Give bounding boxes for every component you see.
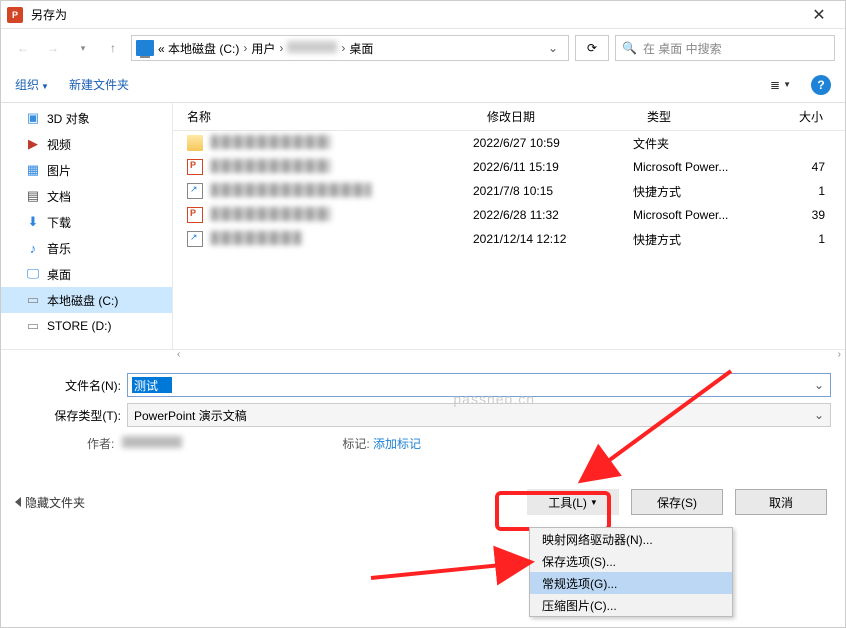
- scroll-left-icon[interactable]: ‹: [177, 349, 180, 360]
- column-headers: 名称 修改日期 类型 大小: [173, 103, 845, 131]
- sidebar-item-3d[interactable]: ▣3D 对象: [1, 105, 172, 131]
- image-icon: ▦: [25, 162, 41, 178]
- sidebar-item-desktop[interactable]: 🖵桌面: [1, 261, 172, 287]
- folder-icon: [187, 135, 203, 151]
- back-button[interactable]: ←: [11, 36, 35, 60]
- shortcut-icon: [187, 231, 203, 247]
- breadcrumb[interactable]: « 本地磁盘 (C:)› 用户› › 桌面 ⌄: [131, 35, 569, 61]
- up-button[interactable]: ↑: [101, 36, 125, 60]
- desktop-icon: 🖵: [25, 266, 41, 282]
- chevron-down-icon[interactable]: ⌄: [814, 378, 824, 392]
- pc-icon: [136, 40, 154, 56]
- window-title: 另存为: [31, 6, 799, 23]
- sidebar-item-pictures[interactable]: ▦图片: [1, 157, 172, 183]
- menu-item-map-drive[interactable]: 映射网络驱动器(N)...: [530, 528, 732, 550]
- disk-icon: ▭: [25, 292, 41, 308]
- crumb[interactable]: 用户: [251, 40, 275, 57]
- search-icon: 🔍: [622, 41, 637, 55]
- sidebar-item-documents[interactable]: ▤文档: [1, 183, 172, 209]
- file-row[interactable]: 2022/6/11 15:19Microsoft Power...47: [173, 155, 845, 179]
- author-value[interactable]: [122, 436, 182, 448]
- button-row: 隐藏文件夹 工具(L) ▼ 保存(S) 取消: [1, 477, 845, 527]
- annotation-arrow: [371, 556, 551, 589]
- forward-button[interactable]: →: [41, 36, 65, 60]
- col-type[interactable]: 类型: [633, 108, 773, 125]
- scroll-right-icon[interactable]: ›: [838, 349, 841, 360]
- author-label: 作者:: [87, 437, 114, 451]
- scroll-hint: ‹ ›: [1, 349, 845, 363]
- watermark: passneo.cn: [453, 391, 535, 407]
- disk-icon: ▭: [25, 318, 41, 334]
- menu-item-general-options[interactable]: 常规选项(G)...: [530, 572, 732, 594]
- sidebar-item-video[interactable]: ▶视频: [1, 131, 172, 157]
- file-row[interactable]: 2022/6/28 11:32Microsoft Power...39: [173, 203, 845, 227]
- add-tag-link[interactable]: 添加标记: [373, 437, 421, 451]
- cancel-button[interactable]: 取消: [735, 489, 827, 515]
- crumb[interactable]: 桌面: [349, 40, 373, 57]
- sidebar-item-ddrive[interactable]: ▭STORE (D:): [1, 313, 172, 339]
- download-icon: ⬇: [25, 214, 41, 230]
- toolbar: 组织▼ 新建文件夹 ≣ ▼ ?: [1, 67, 845, 103]
- save-button[interactable]: 保存(S): [631, 489, 723, 515]
- file-row[interactable]: 2022/6/27 10:59文件夹: [173, 131, 845, 155]
- sidebar-item-downloads[interactable]: ⬇下载: [1, 209, 172, 235]
- powerpoint-app-icon: P: [7, 7, 23, 23]
- refresh-button[interactable]: ⟳: [575, 35, 609, 61]
- doc-icon: ▤: [25, 188, 41, 204]
- file-list: 2022/6/27 10:59文件夹 2022/6/11 15:19Micros…: [173, 131, 845, 349]
- recent-chevron-icon[interactable]: ▾: [71, 36, 95, 60]
- menu-item-save-options[interactable]: 保存选项(S)...: [530, 550, 732, 572]
- music-icon: ♪: [25, 240, 41, 256]
- tools-button[interactable]: 工具(L) ▼: [527, 489, 619, 515]
- sidebar-item-cdrive[interactable]: ▭本地磁盘 (C:): [1, 287, 172, 313]
- main-area: ▣3D 对象 ▶视频 ▦图片 ▤文档 ⬇下载 ♪音乐 🖵桌面 ▭本地磁盘 (C:…: [1, 103, 845, 349]
- ppt-icon: [187, 207, 203, 223]
- video-icon: ▶: [25, 136, 41, 152]
- help-button[interactable]: ?: [811, 75, 831, 95]
- hide-folders-toggle[interactable]: 隐藏文件夹: [15, 494, 85, 511]
- ppt-icon: [187, 159, 203, 175]
- filename-field[interactable]: [132, 377, 172, 393]
- titlebar: P 另存为 ✕: [1, 1, 845, 29]
- view-mode-button[interactable]: ≣ ▼: [770, 78, 791, 92]
- crumb[interactable]: « 本地磁盘 (C:): [158, 40, 239, 57]
- filename-label: 文件名(N):: [41, 377, 121, 394]
- crumb[interactable]: [287, 41, 337, 56]
- triangle-icon: [15, 497, 21, 507]
- col-name[interactable]: 名称: [173, 108, 473, 125]
- close-button[interactable]: ✕: [799, 5, 839, 25]
- chevron-down-icon[interactable]: ⌄: [814, 408, 824, 422]
- tag-label: 标记:: [342, 437, 369, 451]
- file-row[interactable]: 2021/12/14 12:12快捷方式1: [173, 227, 845, 251]
- chevron-down-icon[interactable]: ⌄: [542, 41, 564, 55]
- savetype-value: PowerPoint 演示文稿: [134, 407, 247, 424]
- cube-icon: ▣: [25, 110, 41, 126]
- search-input[interactable]: 🔍 在 桌面 中搜索: [615, 35, 835, 61]
- menu-item-compress[interactable]: 压缩图片(C)...: [530, 594, 732, 616]
- sidebar: ▣3D 对象 ▶视频 ▦图片 ▤文档 ⬇下载 ♪音乐 🖵桌面 ▭本地磁盘 (C:…: [1, 103, 173, 349]
- search-placeholder: 在 桌面 中搜索: [643, 40, 722, 57]
- col-size[interactable]: 大小: [773, 108, 833, 125]
- organize-menu[interactable]: 组织▼: [15, 76, 49, 93]
- tools-dropdown: 映射网络驱动器(N)... 保存选项(S)... 常规选项(G)... 压缩图片…: [529, 527, 733, 617]
- form-area: 文件名(N): ⌄ 保存类型(T): PowerPoint 演示文稿 ⌄ 作者:…: [1, 363, 845, 460]
- file-area: 名称 修改日期 类型 大小 2022/6/27 10:59文件夹 2022/6/…: [173, 103, 845, 349]
- file-row[interactable]: 2021/7/8 10:15快捷方式1: [173, 179, 845, 203]
- new-folder-button[interactable]: 新建文件夹: [69, 76, 129, 93]
- savetype-label: 保存类型(T):: [41, 407, 121, 424]
- shortcut-icon: [187, 183, 203, 199]
- col-date[interactable]: 修改日期: [473, 108, 633, 125]
- nav-row: ← → ▾ ↑ « 本地磁盘 (C:)› 用户› › 桌面 ⌄ ⟳ 🔍 在 桌面…: [1, 29, 845, 67]
- sidebar-item-music[interactable]: ♪音乐: [1, 235, 172, 261]
